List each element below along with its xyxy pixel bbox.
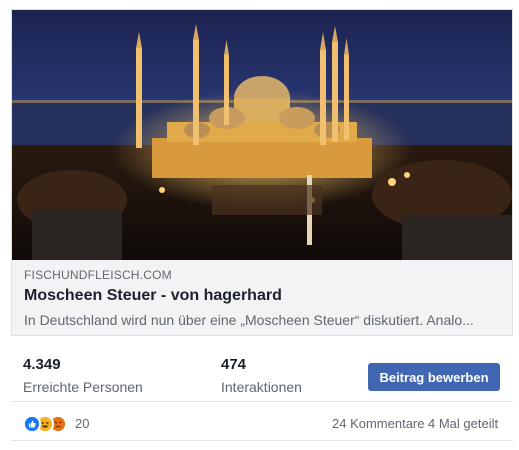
reach-value: 4.349 (23, 356, 61, 373)
link-description: In Deutschland wird nun über eine „Mosch… (24, 312, 474, 328)
post-insights: 4.349 Erreichte Personen 474 Interaktion… (11, 337, 513, 402)
interactions-value: 474 (221, 356, 247, 373)
interactions-label: Interaktionen (221, 379, 302, 395)
link-title[interactable]: Moscheen Steuer - von hagerhard (24, 287, 282, 305)
link-meta[interactable]: FISCHUNDFLEISCH.COM Moscheen Steuer - vo… (12, 260, 512, 335)
promote-post-button[interactable]: Beitrag bewerben (368, 363, 500, 391)
reactions-bar: 20 24 Kommentare 4 Mal geteilt (11, 403, 513, 441)
reach-label: Erreichte Personen (23, 379, 143, 395)
interactions-stat[interactable]: 474 Interaktionen (221, 356, 302, 395)
mosque-night-image (12, 10, 512, 260)
comments-link[interactable]: 24 Kommentare (332, 416, 425, 431)
like-icon (23, 415, 41, 433)
link-domain: FISCHUNDFLEISCH.COM (24, 268, 172, 282)
post-card: FISCHUNDFLEISCH.COM Moscheen Steuer - vo… (0, 0, 519, 450)
link-preview[interactable]: FISCHUNDFLEISCH.COM Moscheen Steuer - vo… (11, 9, 513, 336)
reach-stat[interactable]: 4.349 Erreichte Personen (23, 356, 143, 395)
link-preview-image[interactable] (12, 10, 512, 260)
reaction-count[interactable]: 20 (75, 416, 89, 431)
shares-link[interactable]: 4 Mal geteilt (428, 416, 498, 431)
